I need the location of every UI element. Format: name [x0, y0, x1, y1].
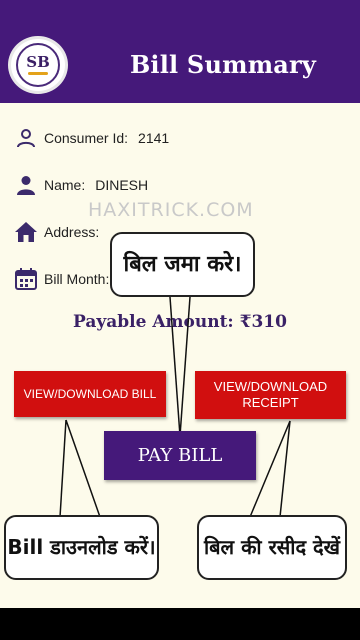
watermark: HAXITRICK.COM — [88, 199, 254, 221]
page-title: Bill Summary — [129, 50, 317, 79]
consumer-id-value: 2141 — [138, 130, 170, 146]
bill-month-label: Bill Month: — [44, 271, 110, 287]
pay-bill-button[interactable]: PAY BILL — [104, 431, 256, 480]
screen: SB Bill Summary Consumer Id: 2141 Name: … — [0, 0, 360, 640]
view-download-bill-button[interactable]: VIEW/DOWNLOAD BILL — [14, 371, 166, 417]
person-icon — [17, 176, 35, 195]
consumer-id-row: Consumer Id: 2141 — [14, 125, 169, 151]
logo-smile — [28, 72, 48, 75]
bill-month-row: Bill Month: — [14, 266, 109, 292]
consumer-id-label: Consumer Id: — [44, 130, 129, 146]
name-label: Name: — [44, 177, 86, 193]
payable-amount: Payable Amount: ₹310 — [73, 312, 287, 332]
logo-text: SB — [26, 53, 50, 71]
download-bill-callout: Bill डाउनलोड करें। — [4, 515, 159, 580]
calendar-icon — [15, 268, 37, 290]
name-value: DINESH — [95, 177, 149, 193]
sb-logo: SB — [8, 36, 68, 94]
pay-bill-callout: बिल जमा करे। — [110, 232, 255, 297]
address-row: Address: — [14, 219, 99, 245]
app-header: SB Bill Summary — [0, 0, 360, 103]
view-download-receipt-button[interactable]: VIEW/DOWNLOAD RECEIPT — [195, 371, 346, 419]
view-receipt-callout: बिल की रसीद देखें — [197, 515, 347, 580]
person-outline-icon — [17, 129, 35, 148]
logo-emblem: SB — [16, 43, 60, 87]
home-icon — [15, 222, 37, 242]
name-row: Name: DINESH — [14, 172, 148, 198]
address-label: Address: — [44, 224, 100, 240]
